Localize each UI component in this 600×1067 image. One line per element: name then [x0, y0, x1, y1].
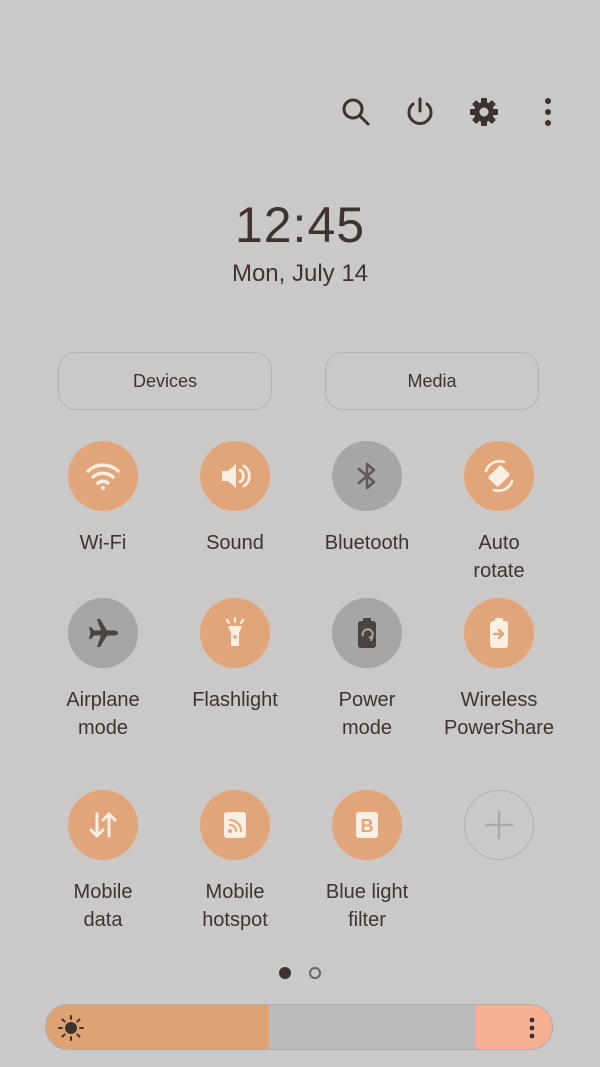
power-mode-icon[interactable]: [332, 598, 402, 668]
settings-icon[interactable]: [466, 94, 502, 130]
flashlight-icon[interactable]: [200, 598, 270, 668]
media-button[interactable]: Media: [325, 352, 539, 410]
tile-label: Power mode: [338, 689, 396, 739]
tile-label: Blue light filter: [325, 881, 409, 931]
wireless-powershare-icon[interactable]: [464, 598, 534, 668]
tile-bluetooth[interactable]: Bluetooth: [301, 441, 433, 557]
tile-label: Flashlight: [192, 689, 278, 711]
page-dot[interactable]: [309, 967, 321, 979]
sun-icon: [58, 1015, 84, 1041]
tile-wireless-powershare[interactable]: Wireless PowerShare: [433, 598, 565, 742]
blue-light-filter-icon[interactable]: B: [332, 790, 402, 860]
page-indicator: [0, 967, 600, 979]
tile-label: Bluetooth: [324, 532, 410, 554]
add-tile-icon[interactable]: [464, 790, 534, 860]
page-dot-current[interactable]: [279, 967, 291, 979]
tile-label: Mobile hotspot: [202, 881, 268, 931]
tile-flashlight[interactable]: Flashlight: [169, 598, 301, 714]
tile-wifi[interactable]: Wi-Fi: [37, 441, 169, 557]
tile-airplane-mode[interactable]: Airplane mode: [37, 598, 169, 742]
tile-mobile-data[interactable]: Mobile data: [37, 790, 169, 934]
tile-blue-light-filter[interactable]: B Blue light filter: [301, 790, 433, 934]
tile-add[interactable]: [433, 790, 565, 878]
auto-rotate-icon[interactable]: [464, 441, 534, 511]
clock-time[interactable]: 12:45: [0, 196, 600, 254]
bluetooth-icon[interactable]: [332, 441, 402, 511]
mobile-data-icon[interactable]: [68, 790, 138, 860]
tile-label: Wi-Fi: [79, 532, 127, 554]
svg-text:B: B: [361, 816, 374, 836]
brightness-slider[interactable]: [45, 1004, 553, 1050]
tile-sound[interactable]: Sound: [169, 441, 301, 557]
brightness-menu-icon[interactable]: [524, 1016, 540, 1040]
power-icon[interactable]: [402, 94, 438, 130]
airplane-icon[interactable]: [68, 598, 138, 668]
wifi-icon[interactable]: [68, 441, 138, 511]
tile-label: Auto rotate: [473, 532, 525, 582]
more-options-icon[interactable]: [530, 94, 566, 130]
tile-power-mode[interactable]: Power mode: [301, 598, 433, 742]
tile-label: Airplane mode: [66, 689, 140, 739]
tile-label: Wireless PowerShare: [443, 689, 555, 739]
brightness-more-area[interactable]: [476, 1005, 552, 1049]
tile-auto-rotate[interactable]: Auto rotate: [433, 441, 565, 585]
quick-panel-toolbar: [338, 94, 566, 130]
tile-label: Mobile data: [73, 881, 133, 931]
sound-icon[interactable]: [200, 441, 270, 511]
devices-button[interactable]: Devices: [58, 352, 272, 410]
mobile-hotspot-icon[interactable]: [200, 790, 270, 860]
tile-label: Sound: [206, 532, 264, 554]
clock-date[interactable]: Mon, July 14: [0, 260, 600, 288]
tile-mobile-hotspot[interactable]: Mobile hotspot: [169, 790, 301, 934]
search-icon[interactable]: [338, 94, 374, 130]
